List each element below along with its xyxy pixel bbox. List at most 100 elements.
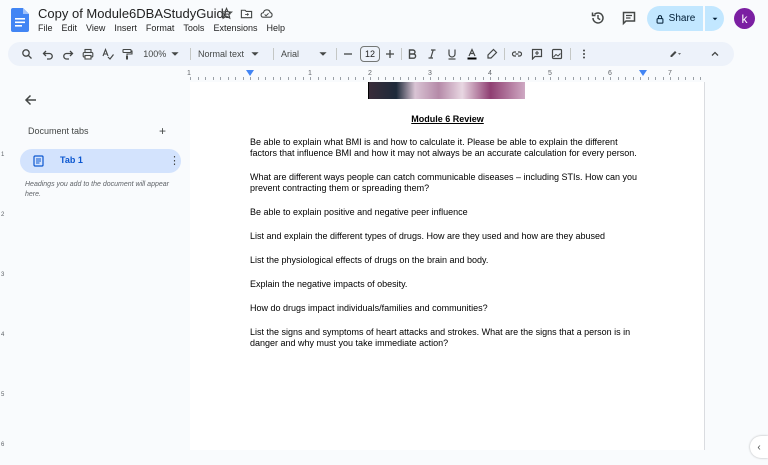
ruler-tick <box>452 77 454 80</box>
hide-menus-icon[interactable] <box>708 46 722 62</box>
ruler-tick <box>250 77 251 80</box>
ruler-tick <box>385 77 386 80</box>
ruler-tick <box>347 77 349 80</box>
underline-icon[interactable] <box>446 46 458 62</box>
document-body[interactable]: Module 6 Review Be able to explain what … <box>250 114 640 362</box>
font-family-select[interactable]: Arial <box>281 46 331 62</box>
document-page[interactable]: Module 6 Review Be able to explain what … <box>190 82 704 450</box>
move-folder-icon[interactable] <box>240 7 253 20</box>
ruler-number: 2 <box>1 212 5 218</box>
paragraph-style-value: Normal text <box>198 49 245 59</box>
ruler-tick <box>497 77 499 80</box>
toolbar: 100% Normal text Arial 12 <box>8 42 734 66</box>
menu-insert[interactable]: Insert <box>114 23 137 33</box>
print-icon[interactable] <box>81 46 95 62</box>
paragraph-style-select[interactable]: Normal text <box>198 46 268 62</box>
paragraph: How do drugs impact individuals/families… <box>250 303 488 313</box>
paragraph: Be able to explain what BMI is and how t… <box>250 137 637 158</box>
paragraph: Be able to explain positive and negative… <box>250 207 468 217</box>
account-avatar[interactable]: k <box>734 8 755 29</box>
ruler-tick <box>287 77 289 80</box>
ruler-tick <box>527 77 529 80</box>
decrease-font-size-icon[interactable] <box>342 46 354 62</box>
ruler-tick <box>482 77 484 80</box>
share-dropdown-button[interactable] <box>705 6 724 31</box>
menu-format[interactable]: Format <box>146 23 175 33</box>
ruler-tick <box>407 77 409 80</box>
ruler-tick <box>422 77 424 80</box>
ruler-number: 6 <box>608 70 612 77</box>
docs-logo-icon[interactable] <box>11 8 29 32</box>
ruler-tick <box>370 77 371 80</box>
header-image[interactable] <box>368 82 525 99</box>
ruler-tick <box>310 77 311 80</box>
share-button[interactable]: Share <box>647 6 703 31</box>
document-title[interactable]: Copy of Module6DBAStudyGuide <box>38 6 231 21</box>
ruler-tick <box>220 77 221 80</box>
menu-file[interactable]: File <box>38 23 53 33</box>
ruler-tick <box>445 77 446 80</box>
menu-edit[interactable]: Edit <box>62 23 78 33</box>
cloud-saved-icon[interactable] <box>260 7 273 20</box>
ruler-tick <box>257 77 259 80</box>
title-bar: Copy of Module6DBAStudyGuide File Edit V… <box>0 0 768 40</box>
editing-mode-button[interactable] <box>664 46 686 62</box>
document-icon <box>33 155 44 167</box>
tab-item-tab-1[interactable]: Tab 1 ⋮ <box>20 149 181 173</box>
insert-link-icon[interactable] <box>511 46 523 62</box>
ruler-tick <box>197 77 199 80</box>
back-arrow-icon[interactable] <box>23 92 39 108</box>
menu-help[interactable]: Help <box>266 23 285 33</box>
paint-format-icon[interactable] <box>120 46 134 62</box>
bold-icon[interactable] <box>406 46 418 62</box>
text-color-icon[interactable] <box>466 46 478 62</box>
text-cursor <box>368 82 369 99</box>
menu-extensions[interactable]: Extensions <box>213 23 257 33</box>
title-icons <box>219 6 273 20</box>
increase-font-size-icon[interactable] <box>384 46 396 62</box>
toolbar-divider <box>336 48 337 60</box>
horizontal-ruler[interactable]: 1 1 2 3 4 5 6 7 <box>187 70 704 82</box>
ruler-tick <box>377 77 379 80</box>
ruler-tick <box>415 77 416 80</box>
ruler-number: 1 <box>187 70 191 77</box>
zoom-select[interactable]: 100% <box>143 46 181 62</box>
menu-view[interactable]: View <box>86 23 105 33</box>
toolbar-divider <box>273 48 274 60</box>
undo-icon[interactable] <box>41 46 55 62</box>
toolbar-divider <box>190 48 191 60</box>
insert-image-icon[interactable] <box>551 46 563 62</box>
ruler-number: 1 <box>308 70 312 77</box>
ruler-tick <box>550 77 551 80</box>
ruler-tick <box>700 77 701 80</box>
ruler-tick <box>602 77 604 80</box>
menu-tools[interactable]: Tools <box>183 23 204 33</box>
ruler-tick <box>647 77 649 80</box>
tab-more-options-icon[interactable]: ⋮ <box>169 154 180 167</box>
ruler-tick <box>655 77 656 80</box>
ruler-tick <box>460 77 461 80</box>
lock-icon <box>656 14 664 24</box>
font-size-input[interactable]: 12 <box>360 46 380 62</box>
highlight-color-icon[interactable] <box>486 46 498 62</box>
caret-down-icon <box>712 17 717 20</box>
vertical-ruler[interactable]: 1 2 3 4 5 6 <box>0 82 10 457</box>
ruler-number: 4 <box>488 70 492 77</box>
search-menus-icon[interactable] <box>20 46 34 62</box>
ruler-tick <box>490 77 491 80</box>
document-tabs-label: Document tabs <box>28 126 89 136</box>
version-history-icon[interactable] <box>590 10 606 26</box>
redo-icon[interactable] <box>61 46 75 62</box>
spell-check-icon[interactable] <box>101 46 115 62</box>
star-icon[interactable] <box>219 6 234 20</box>
side-panel-toggle[interactable]: ‹ <box>750 436 768 458</box>
insert-comment-icon[interactable] <box>531 46 543 62</box>
ruler-number: 3 <box>428 70 432 77</box>
ruler-number: 4 <box>1 332 5 338</box>
italic-icon[interactable] <box>426 46 438 62</box>
ruler-tick <box>212 77 214 80</box>
more-options-icon[interactable] <box>578 46 590 62</box>
ruler-tick <box>662 77 664 80</box>
add-tab-icon[interactable]: + <box>159 124 166 138</box>
comments-icon[interactable] <box>621 10 637 26</box>
